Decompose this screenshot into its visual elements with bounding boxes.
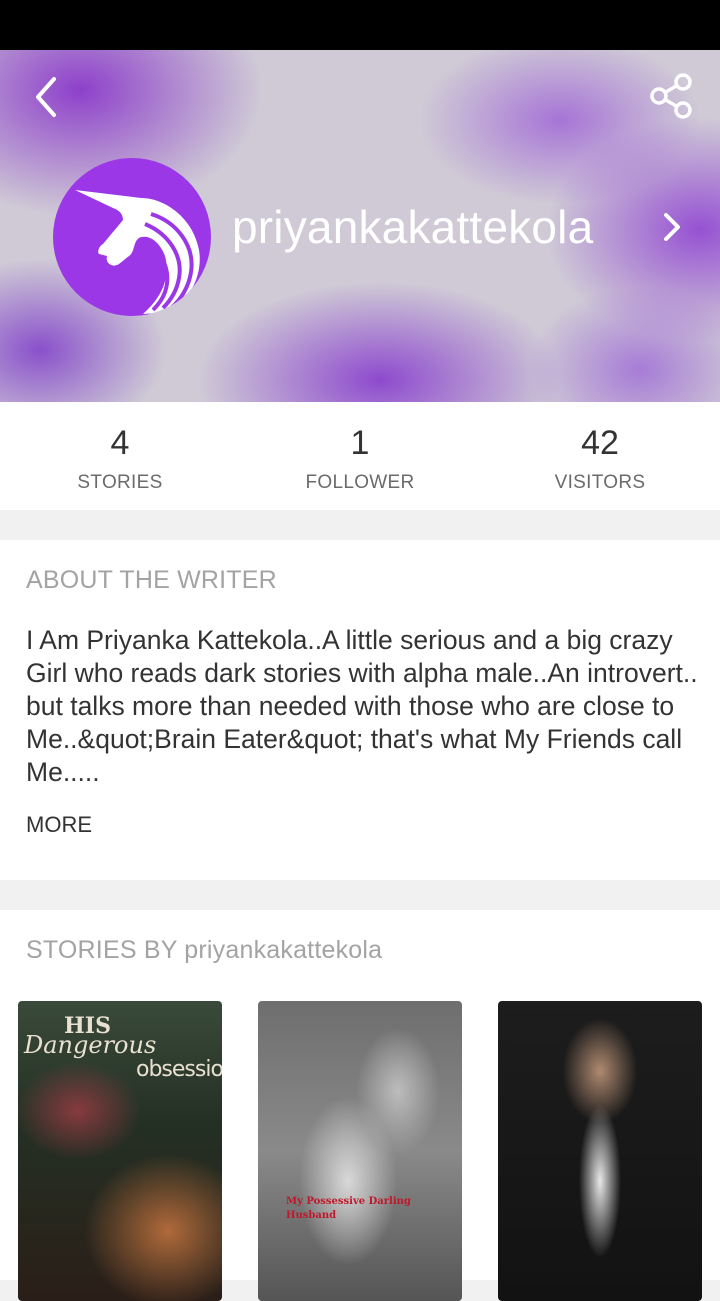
back-button[interactable] [22,72,72,122]
cover-title-obsession: obsession [136,1057,222,1082]
stat-stories[interactable]: 4 STORIES [0,402,240,510]
unicorn-icon [75,190,200,314]
about-title: ABOUT THE WRITER [26,566,277,594]
stat-followers[interactable]: 1 FOLLOWER [240,402,480,510]
more-button[interactable]: MORE [26,812,92,838]
chevron-right-icon [664,213,680,241]
back-arrow-icon [36,77,56,117]
stats-bar: 4 STORIES 1 FOLLOWER 42 VISITORS [0,402,720,510]
status-bar [0,0,720,50]
stat-visitors[interactable]: 42 VISITORS [480,402,720,510]
avatar[interactable] [53,158,211,316]
about-section: ABOUT THE WRITER I Am Priyanka Kattekola… [0,540,720,880]
stat-value: 42 [581,424,619,462]
cover-title-dangerous: Dangerous [24,1031,157,1059]
stat-value: 1 [350,424,370,462]
story-cover[interactable]: My Possessive Darling Husband [258,1001,462,1301]
about-text: I Am Priyanka Kattekola..A little seriou… [26,625,698,787]
cover-title: My Possessive Darling Husband [286,1196,411,1221]
stat-label: STORIES [77,472,163,493]
username[interactable]: priyankakattekola [232,200,593,254]
story-cover[interactable] [498,1001,702,1301]
stories-section: STORIES BY priyankakattekola HIS Dangero… [0,910,720,1301]
story-cover[interactable]: HIS Dangerous obsession [18,1001,222,1301]
stat-label: FOLLOWER [305,472,415,493]
profile-header: priyankakattekola [0,50,720,402]
stat-label: VISITORS [554,472,646,493]
stat-value: 4 [110,424,130,462]
share-icon [650,73,692,119]
stories-title: STORIES BY priyankakattekola [26,936,383,964]
share-button[interactable] [644,68,700,124]
profile-details-button[interactable] [650,205,694,249]
